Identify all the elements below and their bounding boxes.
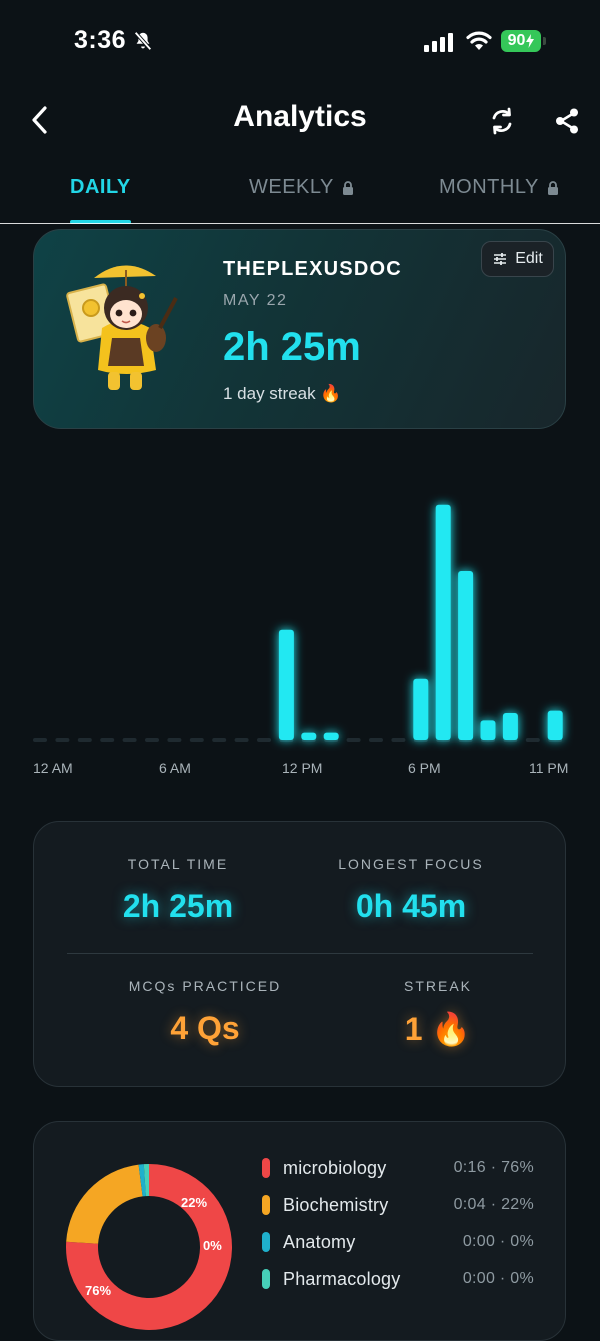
chart-bar-hour-13 bbox=[323, 732, 339, 740]
chart-baseline-tick bbox=[234, 738, 249, 742]
edit-button[interactable]: Edit bbox=[481, 241, 554, 277]
chart-x-tick-label: 11 PM bbox=[529, 760, 569, 776]
chart-x-tick-label: 6 AM bbox=[159, 760, 191, 776]
chart-baseline-tick bbox=[212, 738, 227, 742]
avatar[interactable] bbox=[64, 258, 184, 398]
chart-bar-hour-21 bbox=[502, 713, 518, 740]
mcqs-label: MCQs PRACTICED bbox=[128, 978, 282, 994]
avatar-illustration bbox=[66, 265, 178, 390]
battery-indicator: 90 bbox=[501, 30, 541, 52]
chart-baseline-tick bbox=[257, 738, 271, 742]
chart-x-tick-label: 12 AM bbox=[33, 760, 73, 776]
chart-bar-hour-23 bbox=[547, 710, 563, 740]
donut-slice-biochemistry bbox=[66, 1164, 143, 1244]
battery-level: 90 bbox=[507, 32, 526, 49]
legend-name: Biochemistry bbox=[283, 1194, 389, 1215]
longest-focus-value: 0h 45m bbox=[355, 888, 467, 924]
refresh-button[interactable] bbox=[484, 103, 520, 139]
profile-streak: 1 day streak 🔥 bbox=[223, 384, 342, 403]
chart-baseline-tick bbox=[145, 738, 159, 742]
legend-value: 0:04 · 22% bbox=[453, 1196, 534, 1213]
legend-value: 0:16 · 76% bbox=[453, 1159, 534, 1176]
total-time-label: TOTAL TIME bbox=[127, 856, 229, 872]
charging-bolt-icon bbox=[526, 34, 535, 48]
chart-baseline-tick bbox=[55, 738, 70, 742]
share-icon bbox=[556, 108, 578, 134]
cellular-signal-icon bbox=[424, 32, 453, 52]
sliders-icon bbox=[494, 253, 507, 265]
legend-item-microbiology[interactable]: microbiology 0:16 · 76% bbox=[262, 1155, 534, 1181]
chart-baseline-tick bbox=[100, 738, 115, 742]
chart-bar-hour-19 bbox=[458, 570, 474, 740]
legend-color-dot bbox=[262, 1232, 270, 1252]
legend-color-dot bbox=[262, 1269, 270, 1289]
tabs-divider bbox=[0, 223, 600, 224]
status-time: 3:36 bbox=[74, 26, 127, 54]
chart-baseline-tick bbox=[122, 738, 137, 742]
chart-baseline-tick bbox=[391, 738, 406, 742]
chart-baseline-tick bbox=[33, 738, 47, 742]
chart-baseline-tick bbox=[346, 738, 361, 742]
chart-baseline-tick bbox=[77, 738, 92, 742]
chart-x-tick-label: 12 PM bbox=[282, 760, 323, 776]
battery-tip bbox=[543, 37, 546, 45]
mcqs-value: 4 Qs bbox=[170, 1010, 240, 1046]
sync-icon bbox=[492, 107, 512, 135]
tab-monthly[interactable]: MONTHLY bbox=[439, 176, 559, 199]
chart-x-tick-label: 6 PM bbox=[408, 760, 441, 776]
longest-focus-label: LONGEST FOCUS bbox=[338, 856, 484, 872]
tab-weekly[interactable]: WEEKLY bbox=[249, 176, 354, 199]
donut-slice-label: 76% bbox=[85, 1283, 112, 1298]
chart-baseline-tick bbox=[189, 738, 204, 742]
stats-divider bbox=[67, 953, 533, 954]
profile-date: MAY 22 bbox=[223, 292, 288, 309]
chart-bar-hour-18 bbox=[435, 504, 451, 740]
legend-name: Pharmacology bbox=[283, 1268, 401, 1289]
wifi-icon bbox=[464, 28, 494, 57]
legend-name: Anatomy bbox=[283, 1231, 356, 1252]
tab-weekly-label: WEEKLY bbox=[249, 176, 334, 198]
chart-baseline-tick bbox=[167, 738, 182, 742]
legend-name: microbiology bbox=[283, 1157, 387, 1178]
chart-bar-hour-12 bbox=[301, 732, 317, 740]
chart-bar-hour-17 bbox=[413, 678, 429, 740]
total-time-value: 2h 25m bbox=[122, 888, 234, 924]
legend-value: 0:00 · 0% bbox=[462, 1233, 534, 1250]
legend-item-biochemistry[interactable]: Biochemistry 0:04 · 22% bbox=[262, 1192, 534, 1218]
legend-color-dot bbox=[262, 1158, 270, 1178]
legend-color-dot bbox=[262, 1195, 270, 1215]
legend-item-anatomy[interactable]: Anatomy 0:00 · 0% bbox=[262, 1229, 534, 1255]
bell-muted-icon bbox=[132, 30, 154, 57]
chart-baseline-tick bbox=[369, 738, 383, 742]
donut-slice-label: 22% bbox=[181, 1195, 208, 1210]
hourly-focus-chart bbox=[33, 504, 563, 742]
profile-total-time: 2h 25m bbox=[223, 325, 361, 369]
streak-value: 1 🔥 bbox=[404, 1011, 472, 1047]
legend-value: 0:00 · 0% bbox=[462, 1270, 534, 1287]
streak-label: STREAK bbox=[403, 978, 472, 994]
share-button[interactable] bbox=[549, 103, 585, 139]
profile-name: THEPLEXUSDOC bbox=[223, 258, 402, 280]
lock-icon bbox=[342, 180, 353, 195]
edit-label: Edit bbox=[515, 250, 543, 267]
donut-slice-label: 0% bbox=[203, 1238, 222, 1253]
lock-icon bbox=[547, 180, 558, 195]
tab-daily[interactable]: DAILY bbox=[70, 176, 131, 199]
chart-bar-hour-11 bbox=[278, 629, 294, 740]
chart-bar-hour-20 bbox=[480, 720, 496, 740]
legend-item-pharmacology[interactable]: Pharmacology 0:00 · 0% bbox=[262, 1266, 534, 1292]
tab-daily-label: DAILY bbox=[70, 176, 131, 198]
chart-baseline-tick bbox=[525, 738, 540, 742]
tab-monthly-label: MONTHLY bbox=[439, 176, 539, 198]
